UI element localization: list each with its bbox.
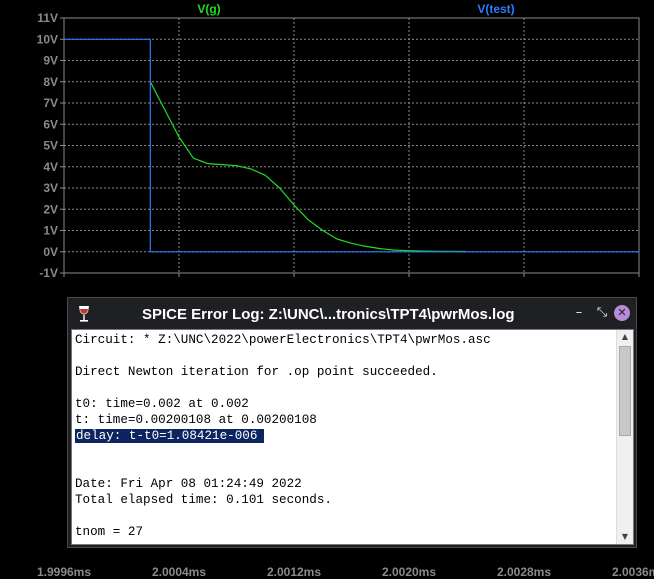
x-tick-label: 1.9996ms [37,565,91,579]
log-line[interactable] [75,508,615,524]
log-line[interactable]: Total elapsed time: 0.101 seconds. [75,492,615,508]
log-line[interactable]: tnom = 27 [75,524,615,540]
x-tick-label: 2.0028ms [497,565,551,579]
window-title: SPICE Error Log: Z:\UNC\...tronics\TPT4\… [142,306,515,323]
scrollbar-thumb[interactable] [619,346,631,436]
x-tick-label: 2.0020ms [382,565,436,579]
log-line[interactable]: delay: t-t0=1.08421e-006 [75,428,615,444]
legend-label-vtest: V(test) [477,2,514,16]
scroll-up-arrow-icon[interactable]: ▲ [617,330,633,344]
log-line[interactable] [75,460,615,476]
window-titlebar[interactable]: SPICE Error Log: Z:\UNC\...tronics\TPT4\… [68,298,636,329]
y-tick-label: 9V [43,54,58,68]
log-line[interactable]: t: time=0.00200108 at 0.00200108 [75,412,615,428]
y-tick-label: 1V [43,224,58,238]
log-line[interactable] [75,348,615,364]
legend-label-vg: V(g) [197,2,220,16]
log-line[interactable]: Direct Newton iteration for .op point su… [75,364,615,380]
log-content[interactable]: Circuit: * Z:\UNC\2022\powerElectronics\… [71,329,634,545]
x-tick-label: 2.0004ms [152,565,206,579]
close-button[interactable]: ✕ [614,305,630,321]
log-line[interactable] [75,380,615,396]
log-line[interactable]: temp = 27 [75,540,615,542]
y-tick-label: 4V [43,160,58,174]
y-tick-label: 10V [37,32,58,46]
log-line[interactable] [75,444,615,460]
scroll-down-arrow-icon[interactable]: ▼ [617,530,633,544]
x-tick-label: 2.0036ms [612,565,654,579]
y-tick-label: 6V [43,117,58,131]
log-line[interactable]: t0: time=0.002 at 0.002 [75,396,615,412]
vertical-scrollbar[interactable]: ▲ ▼ [616,330,633,544]
log-line[interactable]: Circuit: * Z:\UNC\2022\powerElectronics\… [75,332,615,348]
x-tick-label: 2.0012ms [267,565,321,579]
y-tick-label: 8V [43,75,58,89]
y-tick-label: 7V [43,96,58,110]
log-text-area[interactable]: Circuit: * Z:\UNC\2022\powerElectronics\… [75,332,615,542]
selected-text[interactable]: delay: t-t0=1.08421e-006 [75,429,265,443]
y-tick-label: 0V [43,245,58,259]
spice-error-log-window[interactable]: SPICE Error Log: Z:\UNC\...tronics\TPT4\… [67,297,637,548]
log-line[interactable]: Date: Fri Apr 08 01:24:49 2022 [75,476,615,492]
y-tick-label: 2V [43,202,58,216]
y-tick-label: 11V [37,11,58,25]
minimize-button[interactable]: – [570,304,588,322]
y-tick-label: 5V [43,139,58,153]
wine-glass-icon [79,306,89,322]
restore-button[interactable]: ⤡ [593,304,611,322]
y-tick-label: -1V [39,266,58,280]
y-tick-label: 3V [43,181,58,195]
